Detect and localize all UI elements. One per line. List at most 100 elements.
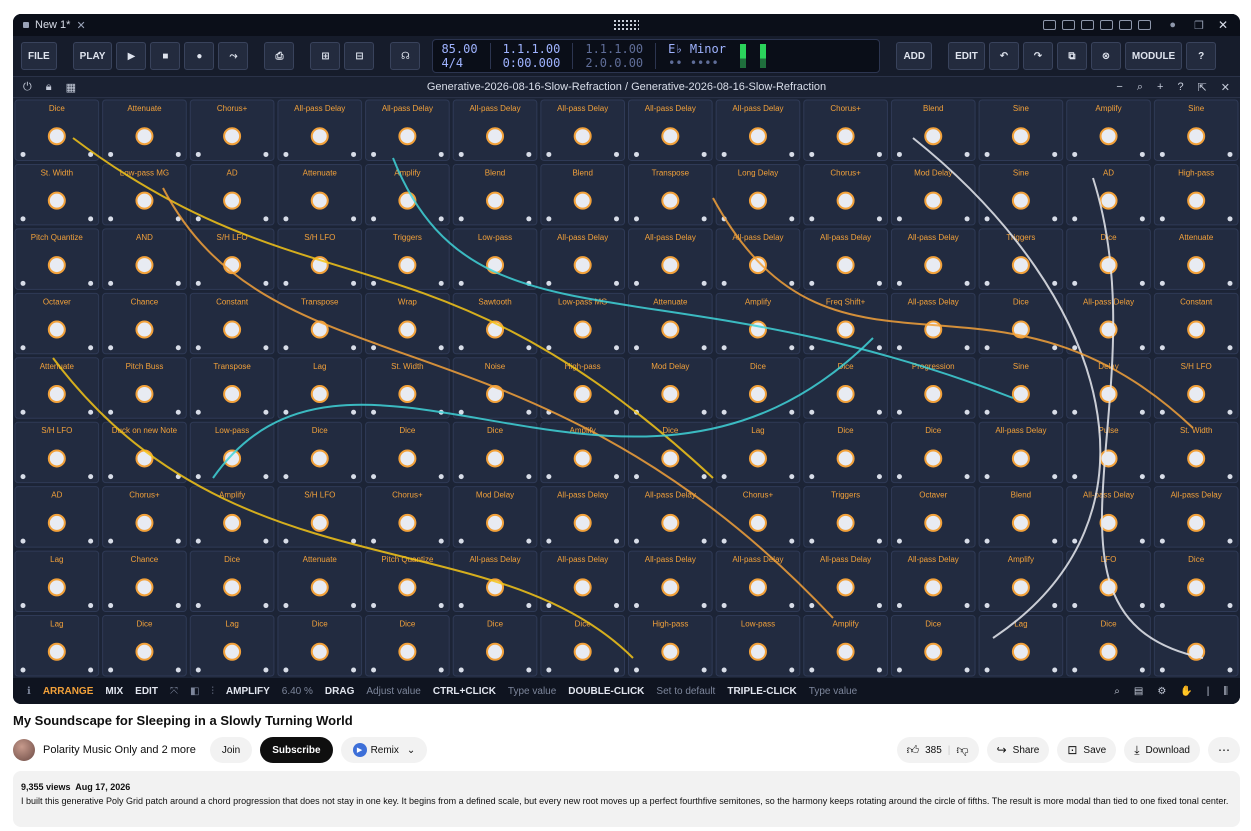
knob[interactable] [398, 513, 417, 532]
output-port[interactable] [614, 216, 619, 222]
input-port[interactable] [896, 151, 902, 157]
module[interactable]: Chorus+ [803, 163, 888, 226]
module[interactable]: Attenuate [1153, 228, 1239, 290]
module[interactable]: Attenuate [14, 357, 100, 419]
knob[interactable] [748, 127, 767, 146]
key-display[interactable]: E♭ Minor •• •••• [668, 42, 726, 70]
module[interactable]: Chorus+ [365, 486, 450, 548]
knob[interactable] [310, 385, 329, 403]
knob[interactable] [1011, 385, 1030, 403]
input-port[interactable] [984, 151, 990, 157]
module[interactable]: High-pass [628, 615, 713, 677]
input-port[interactable] [458, 345, 464, 351]
input-port[interactable] [371, 151, 377, 157]
input-port[interactable] [108, 151, 114, 157]
module[interactable]: Triggers [978, 228, 1064, 290]
input-port[interactable] [896, 345, 902, 351]
input-port[interactable] [458, 474, 464, 480]
knob[interactable] [1099, 449, 1118, 468]
module[interactable]: AND [102, 228, 187, 290]
input-port[interactable] [546, 345, 552, 351]
minimize-panel-icon[interactable]: − [1116, 81, 1122, 94]
module[interactable]: St. Width [1153, 421, 1239, 484]
output-port[interactable] [438, 667, 444, 673]
knob[interactable] [1011, 642, 1030, 661]
help-panel-icon[interactable]: ? [1177, 81, 1183, 94]
module[interactable]: Amplify [365, 163, 450, 226]
module[interactable]: Mod Delay [628, 357, 713, 419]
layout-1-icon[interactable] [1043, 20, 1057, 30]
output-port[interactable] [701, 538, 707, 544]
knob[interactable] [47, 449, 66, 468]
input-port[interactable] [896, 474, 902, 480]
duplicate-icon[interactable]: ⧉ [1056, 42, 1087, 70]
play-icon[interactable]: ▶ [116, 42, 147, 70]
module[interactable]: Sine [978, 163, 1064, 226]
module[interactable]: Attenuate [277, 550, 363, 613]
knob[interactable] [836, 256, 855, 275]
module[interactable]: All-pass Delay [628, 550, 713, 613]
module[interactable]: Dice [365, 421, 450, 484]
module[interactable]: Pitch Buss [102, 357, 187, 419]
input-port[interactable] [20, 345, 26, 351]
output-port[interactable] [1227, 603, 1233, 609]
input-port[interactable] [371, 667, 377, 673]
output-port[interactable] [789, 216, 795, 222]
input-port[interactable] [195, 280, 201, 286]
output-port[interactable] [1052, 603, 1058, 609]
loop-range-display[interactable]: 1.1.1.00 2.0.0.00 [585, 42, 643, 70]
input-port[interactable] [20, 409, 26, 415]
input-port[interactable] [984, 474, 990, 480]
output-port[interactable] [263, 216, 269, 222]
download-button[interactable]: ⤓ Download [1124, 737, 1200, 763]
output-port[interactable] [1052, 345, 1058, 351]
knob[interactable] [924, 256, 943, 275]
input-port[interactable] [634, 151, 639, 157]
knob[interactable] [310, 191, 329, 210]
module[interactable]: All-pass Delay [1153, 486, 1239, 548]
module[interactable]: Amplify [189, 486, 275, 548]
input-port[interactable] [371, 603, 377, 609]
output-port[interactable] [701, 603, 707, 609]
knob[interactable] [661, 642, 680, 661]
headphones-icon[interactable]: ☊ [390, 42, 421, 70]
knob[interactable] [1187, 578, 1206, 597]
module[interactable]: Chance [102, 550, 187, 613]
knob[interactable] [223, 191, 242, 210]
layout-2-icon[interactable] [1062, 20, 1076, 30]
input-port[interactable] [634, 345, 639, 351]
module[interactable]: S/H LFO [277, 486, 363, 548]
module[interactable]: Blend [540, 163, 625, 226]
knob[interactable] [836, 385, 855, 403]
input-port[interactable] [896, 603, 902, 609]
input-port[interactable] [458, 538, 464, 544]
knob[interactable] [1187, 385, 1206, 403]
output-port[interactable] [438, 280, 444, 286]
output-port[interactable] [1052, 667, 1058, 673]
output-port[interactable] [175, 345, 181, 351]
layout-4-icon[interactable] [1100, 20, 1114, 30]
output-port[interactable] [263, 151, 269, 157]
module[interactable]: S/H LFO [1153, 357, 1239, 419]
input-port[interactable] [546, 667, 552, 673]
layout-3-icon[interactable] [1081, 20, 1095, 30]
knob[interactable] [398, 642, 417, 661]
edit-button[interactable]: EDIT [948, 42, 985, 70]
output-port[interactable] [1139, 538, 1145, 544]
module[interactable]: Pitch Quantize [14, 228, 100, 290]
output-port[interactable] [438, 603, 444, 609]
input-port[interactable] [1159, 538, 1165, 544]
output-port[interactable] [263, 474, 269, 480]
module[interactable]: Dice [277, 421, 363, 484]
input-port[interactable] [809, 280, 815, 286]
output-port[interactable] [789, 474, 795, 480]
output-port[interactable] [1139, 474, 1145, 480]
close-panel-icon[interactable]: ✕ [1221, 81, 1230, 94]
knob[interactable] [310, 578, 329, 597]
knob[interactable] [1187, 320, 1206, 339]
input-port[interactable] [721, 474, 727, 480]
output-port[interactable] [1227, 474, 1233, 480]
output-port[interactable] [876, 216, 882, 222]
module[interactable]: All-pass Delay [715, 228, 801, 290]
input-port[interactable] [721, 538, 727, 544]
